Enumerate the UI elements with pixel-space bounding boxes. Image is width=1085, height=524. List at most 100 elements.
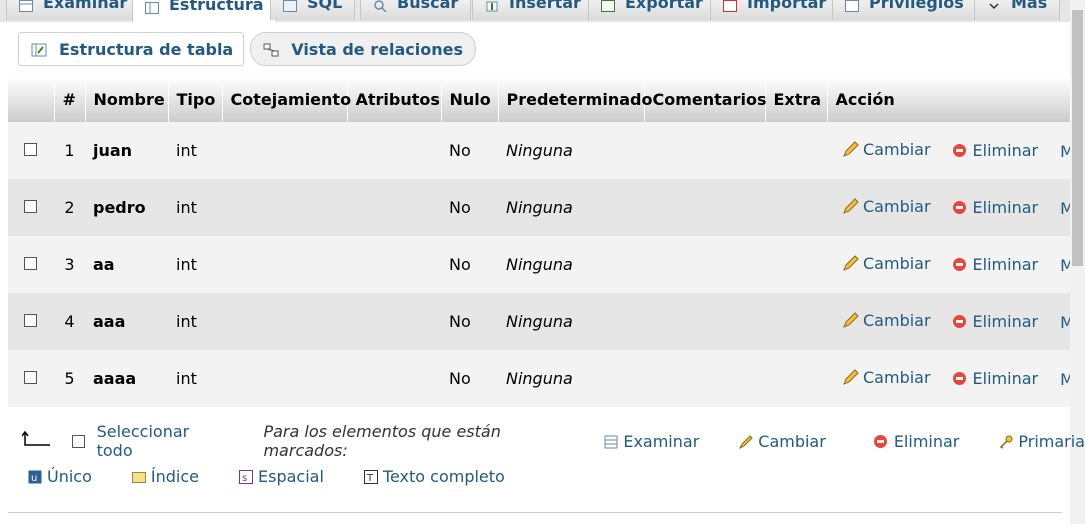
row-actions: Cambiar Eliminar Más: [827, 179, 1070, 236]
svg-text:s: s: [242, 473, 247, 484]
chevron-down-icon: [987, 0, 1001, 9]
bulk-actions-row-1: Seleccionar todo Para los elementos que …: [21, 422, 1085, 460]
column-type: int: [168, 179, 222, 236]
column-null: No: [441, 179, 498, 236]
tab-mas[interactable]: Más: [974, 0, 1061, 20]
drop-icon: [952, 258, 966, 272]
column-collation: [222, 236, 347, 293]
column-attributes: [347, 179, 441, 236]
table-row[interactable]: 4aaaint NoNinguna Cambiar Eliminar Más: [8, 293, 1070, 350]
column-attributes: [347, 350, 441, 407]
drop-button[interactable]: Eliminar: [952, 198, 1038, 217]
tab-sql[interactable]: SQL: [270, 0, 356, 20]
bulk-browse-button[interactable]: Examinar: [604, 432, 699, 451]
drop-button[interactable]: Eliminar: [952, 312, 1038, 331]
row-select-cell: [8, 122, 54, 179]
bulk-index-button[interactable]: Índice: [131, 467, 199, 486]
spatial-icon: s: [239, 469, 253, 484]
bulk-fulltext-button[interactable]: T Texto completo: [363, 467, 505, 486]
tab-importar[interactable]: Importar: [710, 0, 840, 20]
change-button[interactable]: Cambiar: [843, 368, 931, 387]
change-button[interactable]: Cambiar: [843, 254, 931, 273]
select-all-label[interactable]: Seleccionar todo: [97, 422, 226, 460]
row-checkbox[interactable]: [24, 200, 37, 213]
header-num[interactable]: #: [54, 77, 86, 122]
more-button[interactable]: Más: [1060, 256, 1070, 275]
row-checkbox[interactable]: [24, 371, 37, 384]
change-button[interactable]: Cambiar: [843, 197, 931, 216]
bulk-unique-button[interactable]: u Único: [28, 467, 92, 486]
relation-view-button[interactable]: Vista de relaciones: [250, 32, 476, 66]
tab-exportar[interactable]: Exportar: [588, 0, 716, 20]
column-extra: [765, 122, 827, 179]
row-actions: Cambiar Eliminar Más: [827, 293, 1070, 350]
column-name: juan: [85, 122, 168, 179]
header-attributes[interactable]: Atributos: [347, 77, 442, 122]
divider: [8, 512, 1062, 513]
table-icon: [604, 434, 618, 449]
pencil-icon: [843, 198, 859, 215]
tab-estructura[interactable]: Estructura: [132, 0, 277, 22]
header-action: Acción: [827, 77, 1071, 122]
more-button[interactable]: Más: [1060, 370, 1070, 389]
scrollbar-thumb[interactable]: [1072, 10, 1083, 266]
column-type: int: [168, 122, 222, 179]
tab-buscar[interactable]: Buscar: [360, 0, 472, 20]
svg-text:T: T: [366, 473, 374, 484]
privileges-icon: [845, 0, 859, 12]
select-all-checkbox[interactable]: [72, 434, 85, 448]
bulk-spatial-button[interactable]: s Espacial: [239, 467, 324, 486]
tab-privilegios[interactable]: Privilegios: [832, 0, 977, 20]
row-select-cell: [8, 179, 54, 236]
header-comments[interactable]: Comentarios: [644, 77, 766, 122]
column-collation: [222, 122, 347, 179]
table-row[interactable]: 1juanint NoNinguna Cambiar Eliminar Más: [8, 122, 1070, 179]
row-checkbox[interactable]: [24, 257, 37, 270]
drop-button[interactable]: Eliminar: [952, 255, 1038, 274]
change-button[interactable]: Cambiar: [843, 311, 931, 330]
header-type[interactable]: Tipo: [168, 77, 223, 122]
tab-insertar[interactable]: Insertar: [472, 0, 594, 20]
fulltext-icon: T: [363, 469, 378, 484]
table-header-row: # Nombre Tipo Cotejamiento Atributos Nul…: [8, 77, 1071, 122]
column-name: aaa: [85, 293, 168, 350]
table-row[interactable]: 2pedroint NoNinguna Cambiar Eliminar Más: [8, 179, 1070, 236]
table-row[interactable]: 3aaint NoNinguna Cambiar Eliminar Más: [8, 236, 1070, 293]
table-row[interactable]: 5aaaaint NoNinguna Cambiar Eliminar Más: [8, 350, 1070, 407]
column-default: Ninguna: [498, 293, 644, 350]
column-collation: [222, 293, 347, 350]
drop-button[interactable]: Eliminar: [952, 369, 1038, 388]
row-checkbox[interactable]: [24, 143, 37, 156]
tab-examinar[interactable]: Examinar: [6, 0, 141, 20]
header-name[interactable]: Nombre: [85, 77, 169, 122]
change-button[interactable]: Cambiar: [843, 140, 931, 159]
bulk-primary-button[interactable]: Primaria: [999, 432, 1085, 451]
table-structure-button[interactable]: Estructura de tabla: [18, 32, 245, 66]
header-null[interactable]: Nulo: [441, 77, 499, 122]
column-type: int: [168, 293, 222, 350]
column-null: No: [441, 350, 498, 407]
key-icon: [999, 434, 1013, 449]
column-comments: [644, 179, 765, 236]
drop-button[interactable]: Eliminar: [952, 141, 1038, 160]
header-extra[interactable]: Extra: [765, 77, 828, 122]
header-default[interactable]: Predeterminado: [498, 77, 652, 122]
column-default: Ninguna: [498, 236, 644, 293]
structure-table: # Nombre Tipo Cotejamiento Atributos Nul…: [8, 77, 1071, 407]
bulk-change-button[interactable]: Cambiar: [739, 432, 826, 451]
column-comments: [644, 350, 765, 407]
export-icon: [601, 0, 615, 12]
more-button[interactable]: Más: [1060, 313, 1070, 332]
more-button[interactable]: Más: [1060, 199, 1070, 218]
column-attributes: [347, 122, 441, 179]
bulk-drop-button[interactable]: Eliminar: [873, 432, 959, 451]
row-checkbox[interactable]: [24, 314, 37, 327]
column-extra: [765, 236, 827, 293]
header-collation[interactable]: Cotejamiento: [222, 77, 351, 122]
more-button[interactable]: Más: [1060, 142, 1070, 161]
drop-icon: [952, 315, 966, 329]
with-selected-label: Para los elementos que están marcados:: [263, 422, 501, 460]
row-select-cell: [8, 350, 54, 407]
row-num: 4: [54, 293, 85, 350]
column-type: int: [168, 236, 222, 293]
